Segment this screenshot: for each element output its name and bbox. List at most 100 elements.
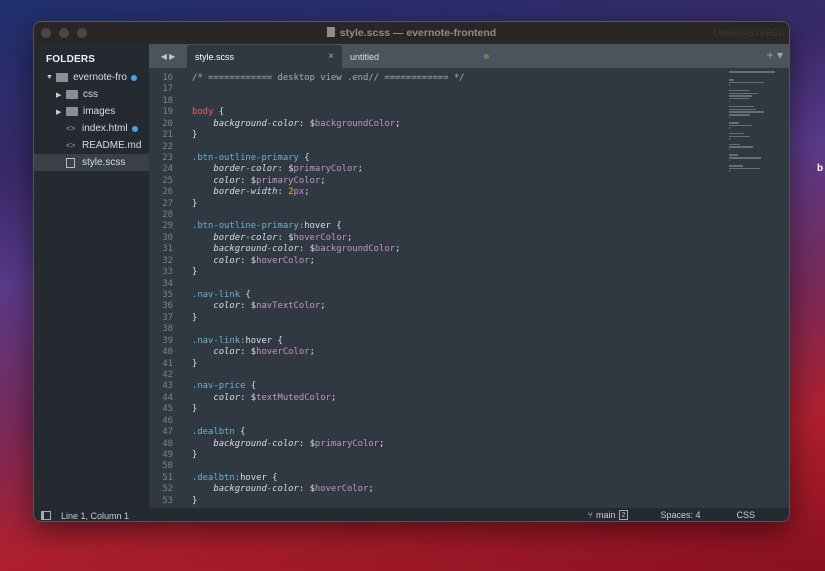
minimap[interactable] <box>729 71 779 172</box>
code-line[interactable]: 49} <box>149 450 789 461</box>
code-token: hoverColor <box>314 484 369 495</box>
line-number: 17 <box>162 84 173 95</box>
minimap-line <box>729 89 749 92</box>
sidebar-item[interactable]: ▶ images <box>34 103 149 120</box>
code-file-icon: <> <box>66 141 76 150</box>
code-line[interactable]: 34 <box>149 279 789 290</box>
code-line[interactable]: 38 <box>149 324 789 335</box>
code-line[interactable]: 24 border-color: $ primaryColor; <box>149 164 789 175</box>
code-token: border-color <box>192 164 278 175</box>
minimap-line <box>729 79 735 81</box>
code-token: backgroundColor <box>314 244 396 255</box>
tab-menu-button[interactable]: ▾ <box>777 48 783 62</box>
sidebar-item[interactable]: <> README.md <box>34 137 149 154</box>
code-line[interactable]: 48 background-color: $ primaryColor; <box>149 439 789 450</box>
code-line[interactable]: 20 background-color: $ backgroundColor; <box>149 119 789 130</box>
syntax-mode[interactable]: CSS <box>736 510 755 520</box>
code-line[interactable]: 26 border-width: 2 px; <box>149 187 789 198</box>
code-token: } <box>192 267 198 278</box>
tab-untitled[interactable]: untitled <box>342 45 497 68</box>
code-line[interactable]: 50 <box>149 461 789 472</box>
code-line[interactable]: 28 <box>149 210 789 221</box>
minimap-line <box>729 84 730 86</box>
code-line[interactable]: 27} <box>149 199 789 210</box>
line-number: 42 <box>162 369 173 380</box>
git-branch[interactable]: main <box>596 510 616 520</box>
line-number: 25 <box>162 175 173 186</box>
code-line[interactable]: 47 .dealbtn { <box>149 427 789 438</box>
code-line[interactable]: 52 background-color: $ hoverColor; <box>149 484 789 495</box>
code-token: ; <box>309 255 315 266</box>
code-line[interactable]: 19 body { <box>149 107 789 118</box>
code-token: hoverColor <box>256 347 310 358</box>
line-number: 46 <box>162 415 173 426</box>
sidebar-item[interactable]: ▶ css <box>34 86 149 103</box>
code-token: { <box>245 381 257 392</box>
code-line[interactable]: 16 /* ============ desktop view .end// ==… <box>149 73 789 84</box>
code-token: ; <box>320 175 326 186</box>
line-number: 40 <box>162 347 173 358</box>
code-line[interactable]: 31 background-color: $ backgroundColor; <box>149 244 789 255</box>
sidebar-item[interactable]: ▼ evernote-fro <box>34 69 149 86</box>
folders-heading: FOLDERS <box>46 54 96 65</box>
code-line[interactable]: 44 color: $ textMutedColor; <box>149 393 789 404</box>
sidebar-item[interactable]: style.scss <box>34 154 149 171</box>
minimap-line <box>729 138 730 140</box>
code-line[interactable]: 41} <box>149 359 789 370</box>
sidebar-item-label: css <box>83 89 98 100</box>
code-token: hoverColor <box>256 255 310 266</box>
code-token: { <box>213 107 225 118</box>
expand-arrow-icon[interactable]: ▼ <box>46 74 56 81</box>
code-editor[interactable]: 16 /* ============ desktop view .end// ==… <box>149 68 789 508</box>
code-line[interactable]: 43 .nav-price { <box>149 381 789 392</box>
code-line[interactable]: 51 .dealbtn: hover { <box>149 473 789 484</box>
collapse-arrow-icon[interactable]: ▶ <box>56 91 66 99</box>
code-line[interactable]: 42 <box>149 370 789 381</box>
code-token: background-color <box>192 118 299 129</box>
code-line[interactable]: 18 <box>149 96 789 107</box>
tab-nav-arrows[interactable]: ◀ ▶ <box>149 52 187 61</box>
code-line[interactable]: 17 <box>149 84 789 95</box>
code-line[interactable]: 36 color: $ navTextColor; <box>149 301 789 312</box>
code-line[interactable]: 22 <box>149 142 789 153</box>
minimap-line <box>729 167 760 170</box>
code-line[interactable]: 23 .btn-outline-primary { <box>149 153 789 164</box>
code-line[interactable]: 32 color: $ hoverColor; <box>149 256 789 267</box>
code-token: .nav-price <box>192 381 246 392</box>
minimap-line <box>729 105 755 108</box>
minimap-line <box>729 170 730 172</box>
code-line[interactable]: 35 .nav-link { <box>149 290 789 301</box>
code-token: } <box>192 312 198 323</box>
collapse-arrow-icon[interactable]: ▶ <box>56 108 66 116</box>
line-number: 47 <box>162 427 173 438</box>
line-number: 28 <box>162 210 173 221</box>
indentation[interactable]: Spaces: 4 <box>660 510 700 520</box>
code-line[interactable]: 37} <box>149 313 789 324</box>
minimap-line <box>729 159 730 162</box>
code-line[interactable]: 33} <box>149 267 789 278</box>
minimap-line <box>729 165 744 167</box>
minimap-line <box>729 157 762 159</box>
code-line[interactable]: 45} <box>149 404 789 415</box>
code-line[interactable]: 40 color: $ hoverColor; <box>149 347 789 358</box>
line-number: 41 <box>162 358 173 369</box>
code-token: } <box>192 495 198 506</box>
minimap-line <box>729 92 758 94</box>
sidebar-toggle-icon[interactable] <box>41 511 51 520</box>
code-line[interactable]: 21} <box>149 130 789 141</box>
sidebar-item[interactable]: <> index.html <box>34 120 149 137</box>
code-line[interactable]: 29 .btn-outline-primary: hover { <box>149 221 789 232</box>
cursor-position[interactable]: Line 1, Column 1 <box>61 511 129 521</box>
code-line[interactable]: 46 <box>149 416 789 427</box>
code-line[interactable]: 25 color: $ primaryColor; <box>149 176 789 187</box>
code-line[interactable]: 39 .nav-link: hover { <box>149 336 789 347</box>
code-token: { <box>234 427 246 438</box>
code-line[interactable]: 30 border-color: $ hoverColor; <box>149 233 789 244</box>
code-token: } <box>192 358 198 369</box>
code-line[interactable]: 53} <box>149 496 789 507</box>
code-token: : <box>240 392 251 403</box>
close-tab-icon[interactable]: × <box>328 51 334 62</box>
tab-style-scss[interactable]: style.scss × <box>187 45 342 68</box>
editor-window: style.scss — evernote-frontend UNREGISTE… <box>33 21 790 522</box>
new-tab-button[interactable]: + <box>767 48 774 62</box>
